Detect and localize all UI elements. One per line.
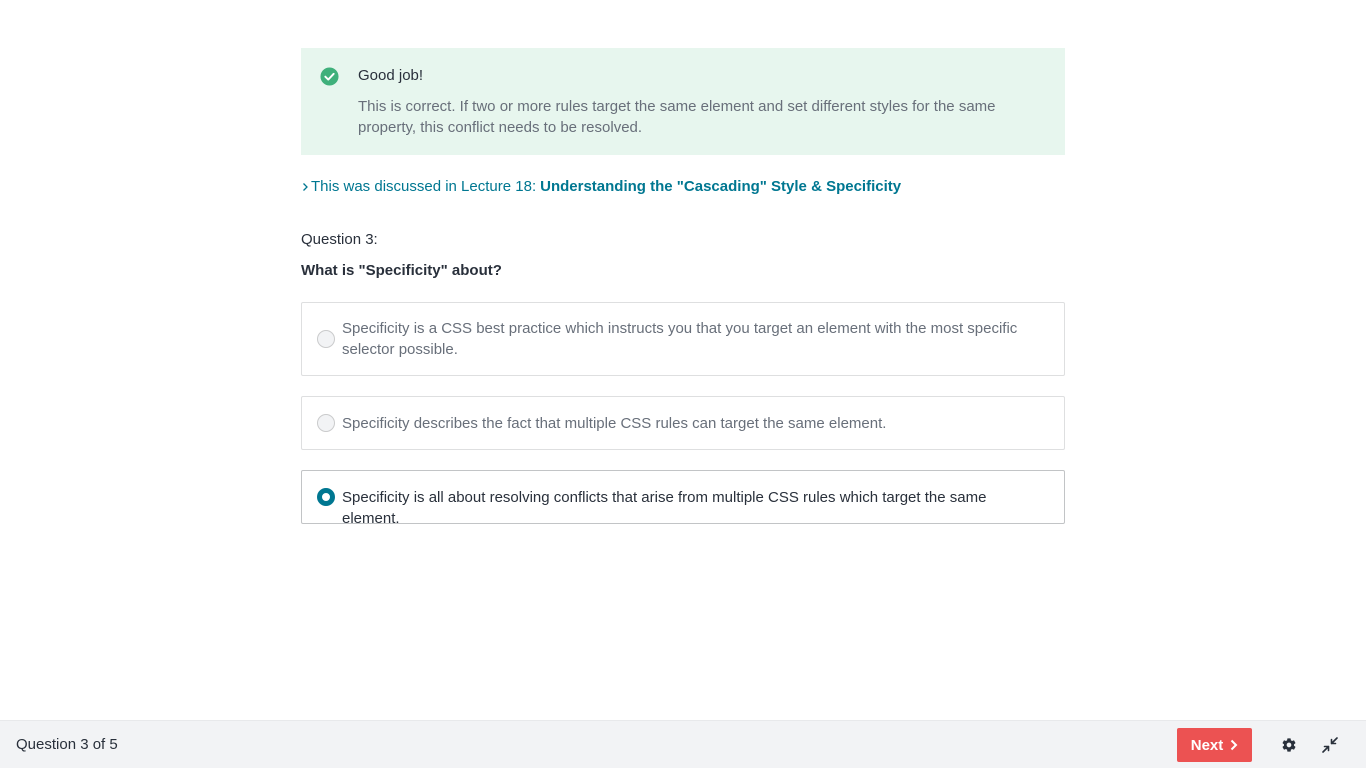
feedback-box: Good job! This is correct. If two or mor… (301, 48, 1065, 155)
next-button-label: Next (1190, 736, 1224, 754)
answer-option-1[interactable]: Specificity is a CSS best practice which… (301, 302, 1065, 376)
question-number: Question 3: (301, 231, 378, 248)
answer-option-2[interactable]: Specificity describes the fact that mult… (301, 396, 1065, 450)
radio-button-selected[interactable] (317, 488, 335, 506)
lecture-reference-prefix: This was discussed in Lecture 18: (311, 178, 537, 195)
exit-fullscreen-button[interactable] (1320, 735, 1340, 755)
chevron-right-icon (1231, 739, 1238, 751)
lecture-reference: This was discussed in Lecture 18: Unders… (301, 177, 1065, 197)
answer-option-label: Specificity is a CSS best practice which… (342, 320, 1018, 358)
answer-option-label: Specificity describes the fact that mult… (342, 415, 887, 432)
answer-option-label: Specificity is all about resolving confl… (342, 489, 987, 527)
feedback-message: This is correct. If two or more rules ta… (358, 98, 996, 136)
quiz-content: Good job! This is correct. If two or mor… (301, 48, 1065, 544)
collapse-icon (1322, 737, 1338, 753)
question-progress: Question 3 of 5 (16, 736, 118, 753)
next-button[interactable]: Next (1177, 728, 1252, 762)
radio-button[interactable] (317, 414, 335, 432)
feedback-title: Good job! (358, 67, 424, 84)
lecture-link[interactable]: Understanding the "Cascading" Style & Sp… (540, 177, 901, 197)
chevron-right-icon (303, 183, 308, 191)
quiz-footer: Question 3 of 5 Next (0, 720, 1366, 768)
gear-icon (1282, 738, 1296, 752)
settings-button[interactable] (1279, 735, 1299, 755)
answer-list: Specificity is a CSS best practice which… (301, 302, 1065, 527)
answer-option-3[interactable]: Specificity is all about resolving confl… (301, 470, 1065, 527)
question-text: What is "Specificity" about? (301, 262, 502, 279)
radio-button[interactable] (317, 330, 335, 348)
quiz-page: Good job! This is correct. If two or mor… (0, 0, 1366, 768)
check-circle-icon (320, 67, 339, 86)
